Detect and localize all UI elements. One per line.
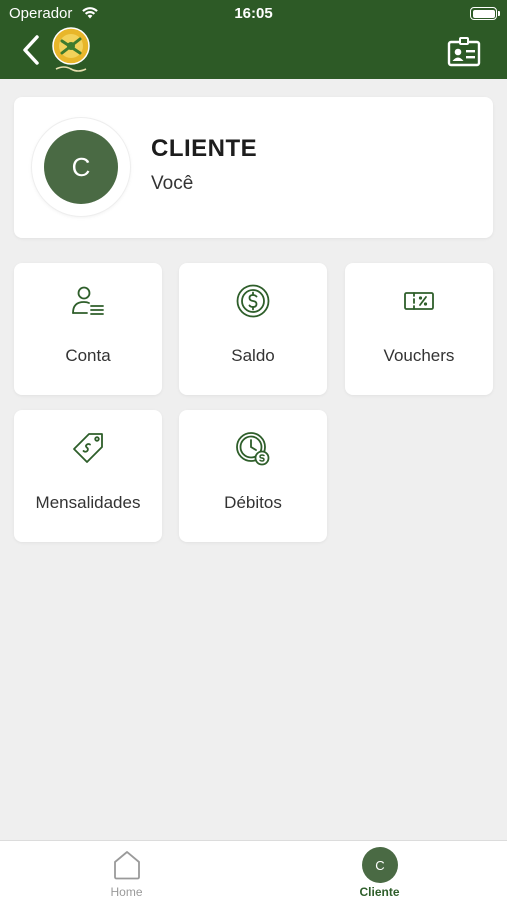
profile-subtitle: Você — [151, 173, 194, 194]
tab-cliente[interactable]: C Cliente — [253, 841, 506, 900]
tile-conta[interactable]: Conta — [14, 263, 162, 395]
tab-bar: Home C Cliente — [0, 840, 507, 900]
profile-avatar: C — [32, 118, 130, 216]
profile-name: CLIENTE — [151, 135, 258, 162]
battery-icon — [470, 7, 500, 20]
tile-mensalidades[interactable]: Mensalidades — [14, 410, 162, 542]
tab-cliente-avatar: C — [362, 847, 398, 883]
clock: 16:05 — [234, 5, 273, 22]
user-list-icon — [72, 286, 104, 315]
top-bar: Operador 16:05 — [0, 0, 507, 79]
id-card-icon[interactable] — [447, 37, 481, 67]
dollar-coin-icon — [236, 284, 270, 318]
tile-vouchers-label: Vouchers — [383, 346, 455, 365]
home-icon — [114, 851, 140, 880]
tile-debitos-label: Débitos — [224, 493, 282, 512]
price-tag-icon — [73, 433, 103, 463]
clock-dollar-icon — [236, 432, 270, 466]
tile-debitos[interactable]: Débitos — [179, 410, 327, 542]
profile-card: C CLIENTE Você — [14, 97, 493, 238]
tab-cliente-label: Cliente — [359, 885, 400, 899]
chevron-left-icon[interactable] — [18, 33, 48, 67]
status-bar: Operador 16:05 — [0, 0, 507, 28]
tile-saldo-label: Saldo — [231, 346, 275, 365]
tab-home[interactable]: Home — [0, 841, 253, 900]
avatar-initial: C — [44, 130, 118, 204]
tile-conta-label: Conta — [65, 346, 111, 365]
tab-home-label: Home — [110, 885, 143, 899]
tile-vouchers[interactable]: Vouchers — [345, 263, 493, 395]
app-logo — [52, 27, 90, 72]
voucher-ticket-icon — [404, 292, 434, 310]
tile-mensalidades-label: Mensalidades — [35, 493, 141, 512]
tile-saldo[interactable]: Saldo — [179, 263, 327, 395]
